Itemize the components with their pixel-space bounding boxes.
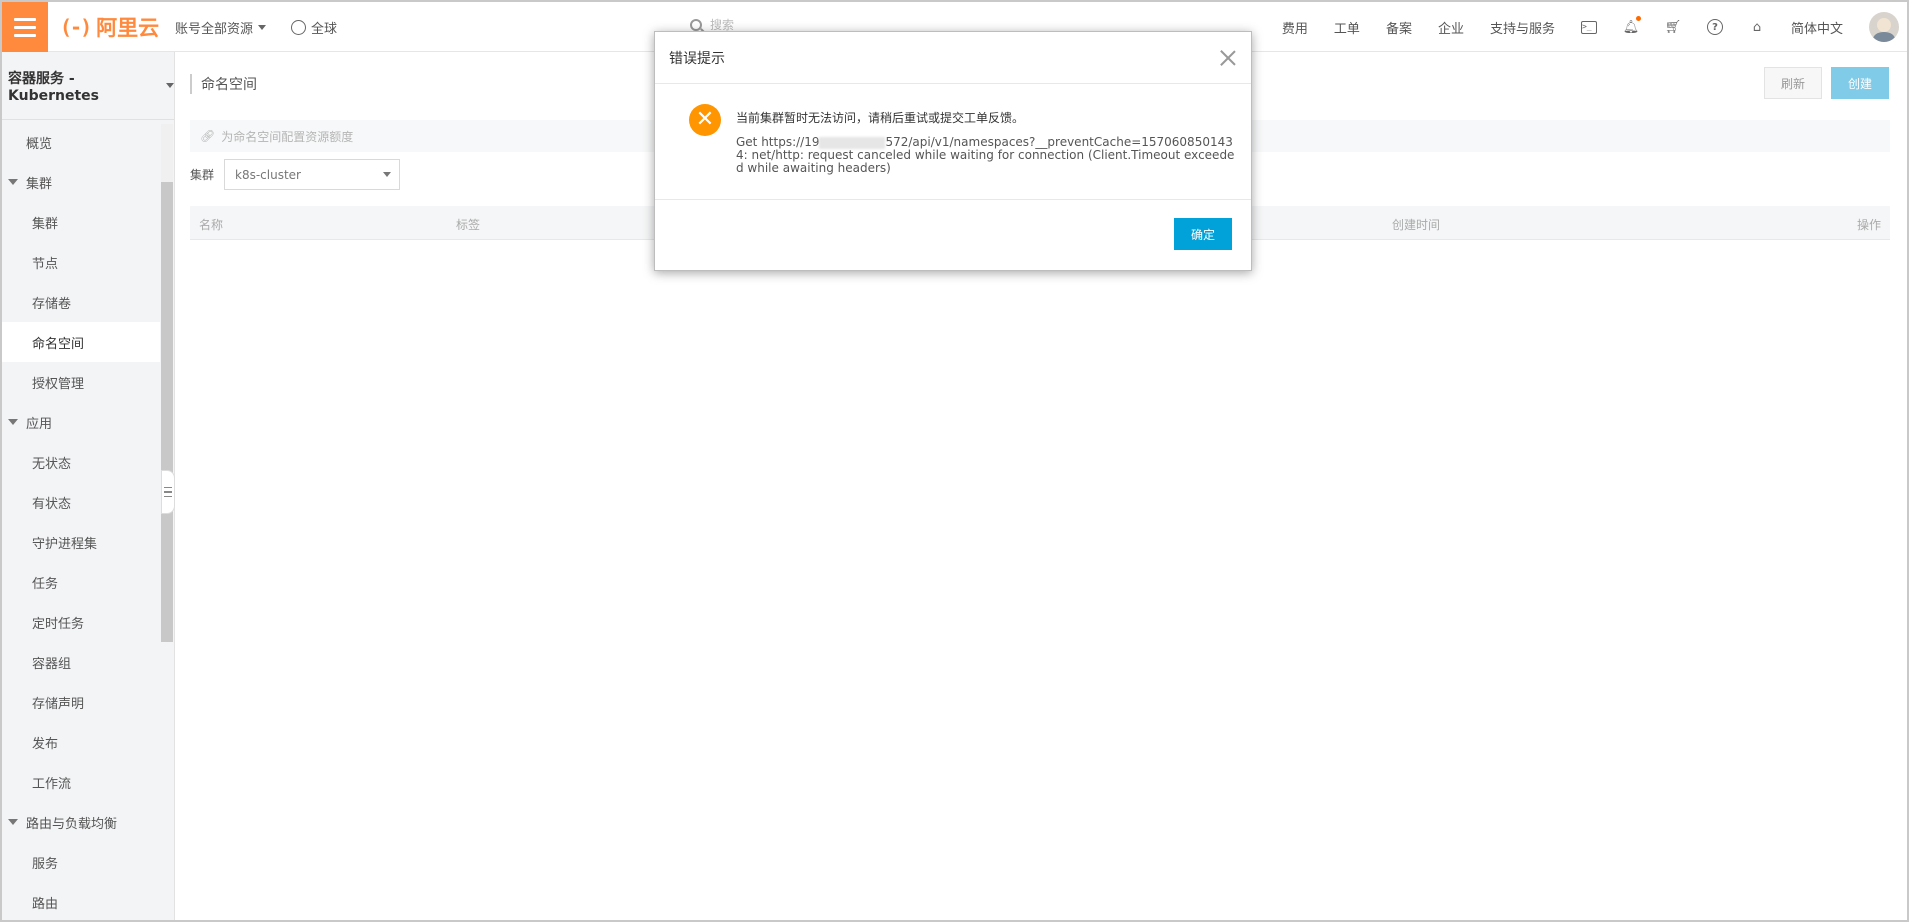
sidebar-item-releases[interactable]: 发布 <box>2 722 160 762</box>
user-avatar[interactable] <box>1869 12 1899 42</box>
cart-icon[interactable]: 🛒︎ <box>1665 19 1682 35</box>
sidebar-item-clusters[interactable]: 集群 <box>2 202 160 242</box>
error-detail-prefix: Get https://19 <box>736 135 820 149</box>
error-dialog: 错误提示 ✕ 当前集群暂时无法访问，请稍后重试或提交工单反馈。 Get http… <box>654 31 1252 271</box>
sidebar-group-clusters[interactable]: 集群 <box>2 162 160 202</box>
account-resources-dropdown[interactable]: 账号全部资源 <box>175 18 267 37</box>
column-header-labels[interactable]: 标签 <box>456 216 480 233</box>
nav-link-enterprise[interactable]: 企业 <box>1438 18 1464 37</box>
link-icon: 🔗︎ <box>200 129 216 143</box>
region-selector[interactable]: 全球 <box>291 18 337 37</box>
dialog-title: 错误提示 <box>669 50 725 67</box>
product-switcher[interactable]: 容器服务 - Kubernetes <box>2 52 174 120</box>
sidebar: 容器服务 - Kubernetes 概览 集群 集群 节点 存储卷 命名空间 授… <box>2 52 175 920</box>
logo-mark-icon: (-) <box>60 15 92 39</box>
nav-link-billing[interactable]: 费用 <box>1282 18 1308 37</box>
sidebar-item-overview[interactable]: 概览 <box>2 122 160 162</box>
sidebar-item-volumes[interactable]: 存储卷 <box>2 282 160 322</box>
home-icon[interactable]: ⌂ <box>1749 19 1765 35</box>
expand-triangle-icon <box>8 179 18 185</box>
sidebar-item-daemonsets[interactable]: 守护进程集 <box>2 522 160 562</box>
region-label: 全球 <box>311 22 338 37</box>
sidebar-item-pods[interactable]: 容器组 <box>2 642 160 682</box>
globe-icon <box>291 20 306 35</box>
terminal-icon[interactable]: >_ <box>1580 19 1597 35</box>
sidebar-item-cronjobs[interactable]: 定时任务 <box>2 602 160 642</box>
refresh-button[interactable]: 刷新 <box>1764 67 1822 99</box>
dialog-body: ✕ 当前集群暂时无法访问，请稍后重试或提交工单反馈。 Get https://1… <box>655 84 1251 200</box>
column-header-created[interactable]: 创建时间 <box>1392 216 1440 233</box>
sidebar-item-workflows[interactable]: 工作流 <box>2 762 160 802</box>
aliyun-logo[interactable]: (-) 阿里云 <box>60 13 159 41</box>
chevron-down-icon <box>258 25 267 30</box>
column-header-actions[interactable]: 操作 <box>1857 216 1881 233</box>
sidebar-group-routing[interactable]: 路由与负载均衡 <box>2 802 160 842</box>
help-icon[interactable]: ? <box>1706 19 1723 35</box>
sidebar-item-statefulsets[interactable]: 有状态 <box>2 482 160 522</box>
language-selector[interactable]: 简体中文 <box>1791 18 1843 37</box>
sidebar-item-jobs[interactable]: 任务 <box>2 562 160 602</box>
sidebar-item-namespaces[interactable]: 命名空间 <box>2 322 160 362</box>
chevron-down-icon <box>383 172 392 177</box>
sidebar-item-deployments[interactable]: 无状态 <box>2 442 160 482</box>
confirm-button[interactable]: 确定 <box>1174 218 1232 250</box>
expand-triangle-icon <box>8 819 18 825</box>
chevron-down-icon <box>166 83 174 88</box>
nav-link-icp[interactable]: 备案 <box>1386 18 1412 37</box>
close-icon[interactable] <box>1219 49 1237 67</box>
sidebar-group-label: 集群 <box>26 176 53 192</box>
cluster-filter-label: 集群 <box>190 168 215 182</box>
sidebar-item-ingresses[interactable]: 路由 <box>2 882 160 920</box>
product-title: 容器服务 - Kubernetes <box>8 70 99 104</box>
tip-text: 为命名空间配置资源额度 <box>221 129 354 144</box>
search-icon <box>690 18 702 31</box>
hamburger-menu-button[interactable] <box>2 2 48 52</box>
cluster-filter: 集群 k8s-cluster <box>190 159 401 190</box>
create-button[interactable]: 创建 <box>1831 67 1889 99</box>
sidebar-item-services[interactable]: 服务 <box>2 842 160 882</box>
nav-link-support[interactable]: 支持与服务 <box>1490 18 1555 37</box>
sidebar-item-authorization[interactable]: 授权管理 <box>2 362 160 402</box>
column-header-name[interactable]: 名称 <box>199 216 223 233</box>
error-message: 当前集群暂时无法访问，请稍后重试或提交工单反馈。 <box>736 111 1025 125</box>
error-detail: Get https://19 572/api/v1/namespaces?__pr… <box>736 136 1236 175</box>
cluster-select[interactable]: k8s-cluster <box>224 159 401 190</box>
sidebar-menu: 概览 集群 集群 节点 存储卷 命名空间 授权管理 应用 无状态 有状态 守护进… <box>2 122 160 920</box>
nav-link-tickets[interactable]: 工单 <box>1334 18 1360 37</box>
cluster-select-value: k8s-cluster <box>235 167 301 182</box>
sidebar-scrollbar-thumb[interactable] <box>161 182 173 642</box>
error-icon: ✕ <box>689 104 721 136</box>
sidebar-collapse-handle[interactable] <box>161 470 175 514</box>
expand-triangle-icon <box>8 419 18 425</box>
sidebar-group-applications[interactable]: 应用 <box>2 402 160 442</box>
bell-icon[interactable]: 🔔︎ <box>1623 16 1641 35</box>
scrollbar-track[interactable] <box>161 124 173 182</box>
logo-text: 阿里云 <box>96 16 160 40</box>
app-window: (-) 阿里云 账号全部资源 全球 搜索 费用 工单 备案 企业 支持与服务 >… <box>0 0 1909 922</box>
sidebar-group-label: 路由与负载均衡 <box>26 816 118 832</box>
page-title: 命名空间 <box>190 74 257 94</box>
sidebar-item-nodes[interactable]: 节点 <box>2 242 160 282</box>
dialog-header: 错误提示 <box>655 32 1251 84</box>
sidebar-item-pvcs[interactable]: 存储声明 <box>2 682 160 722</box>
sidebar-group-label: 应用 <box>26 416 53 432</box>
redacted-mask <box>819 136 886 149</box>
account-resources-label: 账号全部资源 <box>175 22 254 37</box>
